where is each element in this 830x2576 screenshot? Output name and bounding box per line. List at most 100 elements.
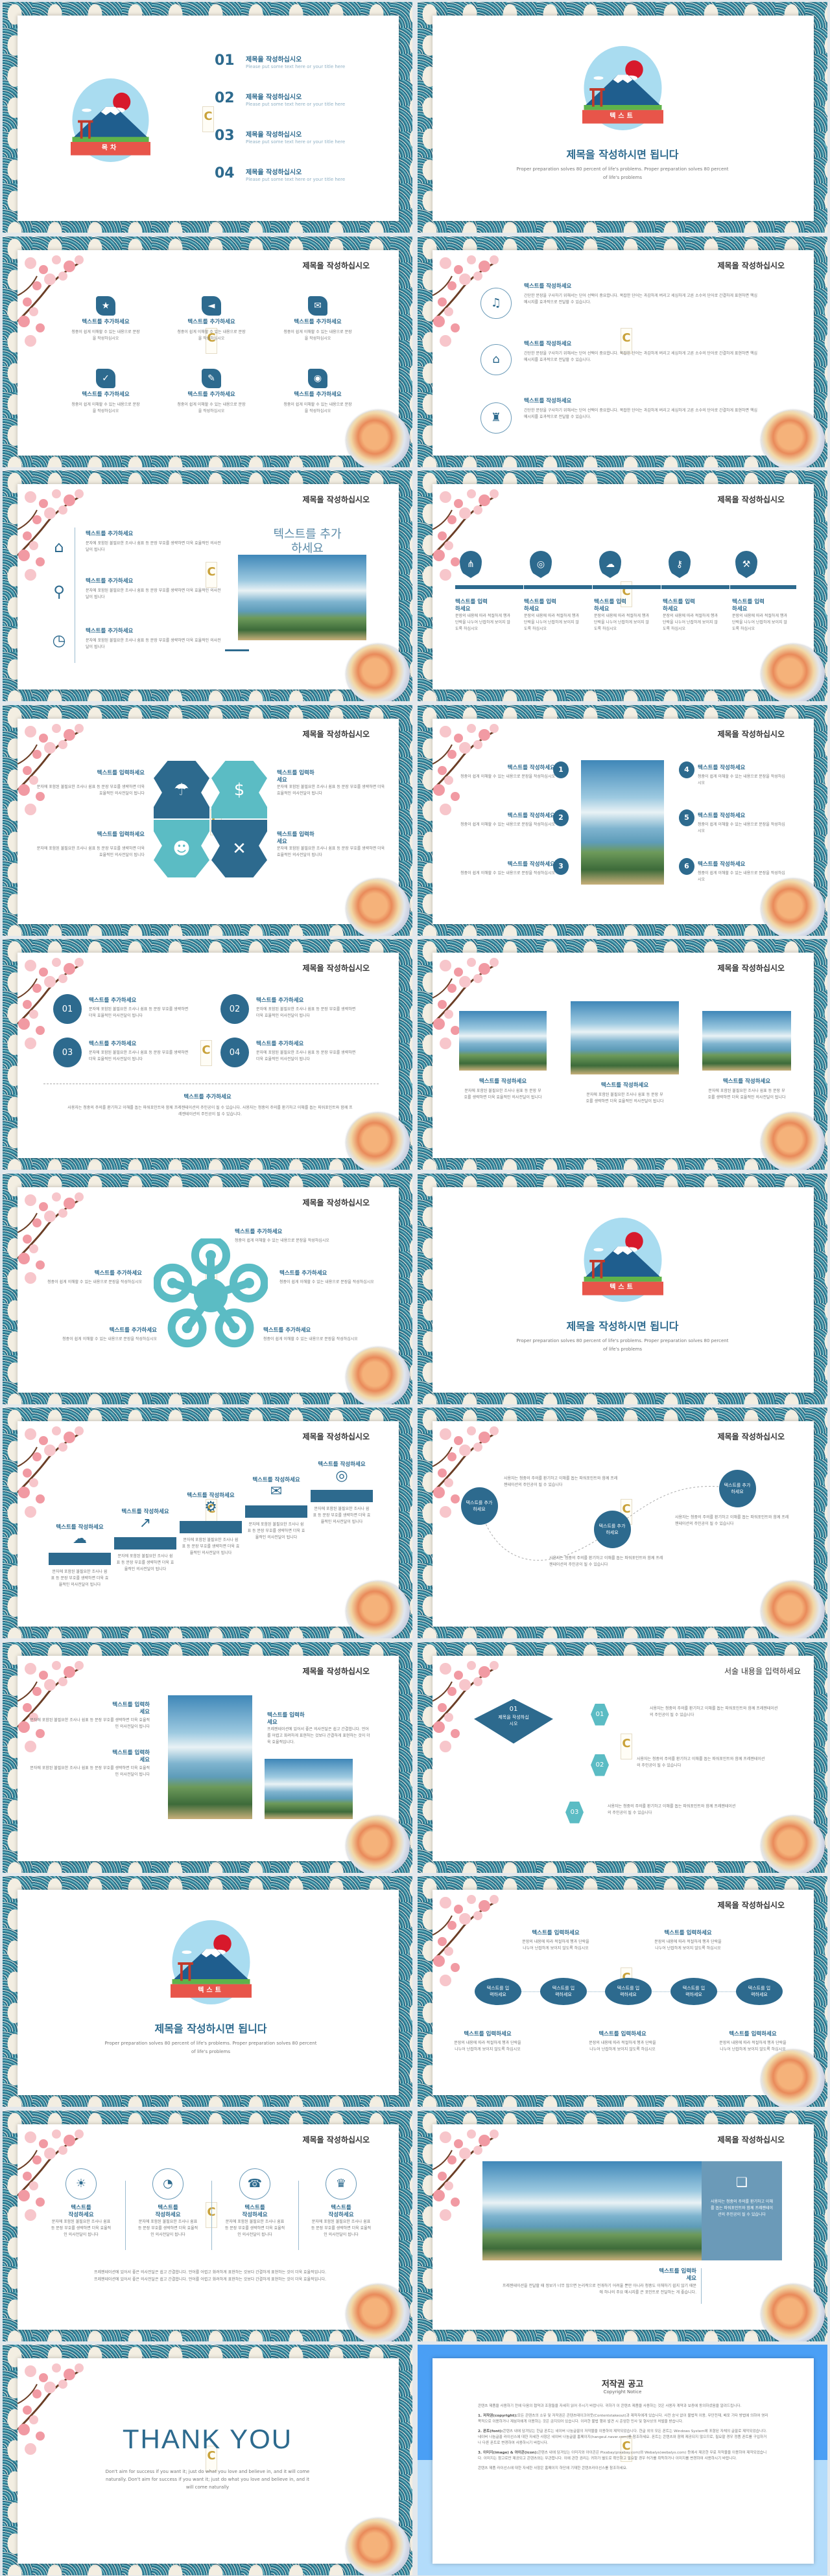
slide-19[interactable]: 제목을 작성하십시오C☀텍스트를 작성하세요문자에 포함된 불필요한 조사나 쉼… [3, 2110, 412, 2341]
slide-10[interactable]: 제목을 작성하십시오C텍스트를 작성하세요문자에 포함된 불필요한 조사나 쉼표… [418, 939, 827, 1170]
ribbon-label: 텍스트 [610, 112, 635, 120]
item-heading: 텍스트를 입력하세요 [455, 599, 488, 612]
slide-12[interactable]: C텍스트제목을 작성하시면 됩니다Proper preparation solv… [418, 1173, 827, 1404]
number-badge: 1 [553, 761, 569, 778]
slide-17[interactable]: C텍스트제목을 작성하시면 됩니다Proper preparation solv… [3, 1876, 412, 2107]
toc-item-title[interactable]: 제목을 작성하십시오 [246, 167, 302, 176]
item-body: 문자에 포함된 불필요한 조사나 쉼표 등 문장 부호를 생략하면 더욱 효율적… [137, 2219, 198, 2237]
text-circle: 텍스트를 입력하세요 [475, 1978, 521, 2005]
slide-22[interactable]: C 저작권 공고 Copyright Notice 콘텐츠 제품을 사용하기 전에 다… [418, 2345, 827, 2575]
copyright-section-text: 콘텐츠 내에 담겨있는 한글 폰트는 네이버 나눔글꼴의 저작물을 이용하여 제… [478, 2430, 767, 2445]
watermark-logo: C [206, 562, 217, 588]
copyright-section-label: 1. 저작권(copyright): [478, 2414, 517, 2418]
item-heading: 텍스트를 추가하세요 [263, 1327, 311, 1334]
slide-21[interactable]: C THANK YOU Don't aim for success if you w… [3, 2345, 412, 2575]
slide-panel: 제목을 작성하십시오C1텍스트를 작성하세요청중이 쉽게 이해할 수 있는 내용… [431, 718, 814, 924]
slide-title: 제목을 작성하십시오 [302, 495, 370, 504]
step-bar [245, 1505, 307, 1518]
toc-number: 04 [215, 165, 235, 181]
item-heading: 텍스트를 작성하세요 [121, 1509, 169, 1515]
slide-panel: 제목을 작성하십시오 C ☁ 텍스트를 작성하세요 문자에 포함된 불필요한 조사나 쉼… [16, 1421, 399, 1627]
item-heading: 텍스트를 추가하세요 [279, 1270, 327, 1277]
item-heading: 텍스트를 추가하세요 [89, 1041, 137, 1047]
section-body: Proper preparation solves 80 percent of … [516, 1338, 729, 1352]
slide-panel: C 목차 01 제목을 작성하십시오 Please put some text here… [18, 16, 399, 221]
search-icon: ⚲ [53, 583, 65, 601]
watermark-logo: C [621, 327, 632, 354]
slide-title: 제목을 작성하십시오 [717, 2135, 785, 2144]
item-heading: 텍스트를 작성하세요 [524, 397, 572, 404]
item-body: 청중이 쉽게 이해할 수 있는 내용으로 문장을 작성하십시오 [177, 402, 246, 413]
item-body: 문자에 포함된 불필요한 조사나 쉼표 등 문장 부호를 생략하면 더욱 효율적… [30, 1717, 150, 1729]
step-bar [114, 1537, 176, 1549]
building-icon: ♜ [480, 402, 512, 434]
copyright-section: 2. 폰트(font):콘텐츠 내에 담겨있는 한글 폰트는 네이버 나눔글꼴의… [478, 2429, 770, 2446]
slide-9[interactable]: 제목을 작성하십시오 C 01 텍스트를 추가하세요 문자에 포함된 불필요한 조사나 … [3, 939, 412, 1170]
toc-item-subtitle: Please put some text here or your title … [246, 139, 346, 145]
copyright-body: 콘텐츠 제품을 사용하기 전에 다음의 협약과 조항들을 자세히 읽어 주시기 … [478, 2404, 770, 2472]
item-heading: 텍스트를 추가하세요 [86, 578, 134, 585]
slide-6[interactable]: 제목을 작성하십시오 C ⋔ 텍스트를 입력하세요 문장의 내용에 따라 적절하게 행과… [418, 470, 827, 701]
dollar-icon: $ [211, 761, 267, 818]
item-heading: 텍스트를 작성하세요 [479, 1078, 527, 1085]
slide-3[interactable]: 제목을 작성하십시오 C ★ 텍스트를 추가하세요 청중이 쉽게 이해할 수 있는 내용… [3, 236, 412, 467]
item-body: 문장의 내용에 따라 적절하게 행과 단락을 나누어 난잡하게 보이지 않도록 … [663, 614, 718, 631]
item-heading: 텍스트를 작성하세요 [155, 2204, 181, 2218]
item-body: 문장의 내용에 따라 적절하게 행과 단락을 나누어 난잡하게 보이지 않도록 … [589, 2041, 656, 2052]
gears-icon: ⚙ [204, 1498, 217, 1515]
section-body: Proper preparation solves 80 percent of … [516, 167, 729, 180]
fuji-illustration: 텍스트 [577, 1217, 668, 1302]
item-body: 사용자는 청중의 주의를 환기하고 이해를 돕는 파워포인트와 함께 프레젠테이… [504, 1476, 618, 1487]
number-badge: 2 [553, 809, 569, 826]
slide-panel: 제목을 작성하십시오C텍스트를 입력하세요문자에 포함된 불필요한 조사나 쉼표… [16, 1655, 399, 1861]
noodle-bowl-image [761, 2050, 825, 2107]
toc-item-title[interactable]: 제목을 작성하십시오 [246, 54, 302, 64]
slide-4[interactable]: 제목을 작성하십시오 C ♫ 텍스트를 작성하세요 간단한 문장을 구사하기 위해서는 … [418, 236, 827, 467]
slide-15[interactable]: 제목을 작성하십시오C텍스트를 입력하세요문자에 포함된 불필요한 조사나 쉼표… [3, 1642, 412, 1873]
cherry-blossom-decoration [431, 1656, 504, 1756]
item-body: 청중이 쉽게 이해할 수 있는 내용으로 문장을 작성하십시오 [71, 329, 140, 341]
slide-8[interactable]: 제목을 작성하십시오C1텍스트를 작성하세요청중이 쉽게 이해할 수 있는 내용… [418, 704, 827, 936]
item-heading: 텍스트를 작성하세요 [56, 1524, 104, 1531]
slide-panel: 제목을 작성하십시오 C ☂ $ ☻ ✕ 텍스트를 입력하세요 문자에 포함된 불필요한 조사… [16, 718, 399, 924]
divider-line [298, 2180, 299, 2250]
toc-item-title[interactable]: 제목을 작성하십시오 [246, 129, 302, 139]
item-heading: 텍스트를 작성하세요 [524, 283, 572, 290]
big-heading: 텍스트를 추가하세요 [273, 528, 342, 555]
item-body: 문자에 포함된 불필요한 조사나 쉼표 등 문장 부호를 생략하면 더욱 효율적… [224, 2219, 285, 2237]
item-heading: 텍스트를 추가하세요 [256, 1041, 304, 1047]
slide-14[interactable]: 제목을 작성하십시오 C 텍스트를 추가하세요 텍스트를 추가하세요 텍스트를 추가하세… [418, 1408, 827, 1638]
item-body: 사용자는 청중의 주의를 환기하고 이해를 돕는 파워포인트와 함께 프레젠테이… [675, 1515, 789, 1526]
slide-5[interactable]: 제목을 작성하십시오 C ⌂ 텍스트를 추가하세요 문자에 포함된 불필요한 조사나 쉼… [3, 470, 412, 701]
step-bar [49, 1553, 111, 1565]
clipboard-icon: ✓ [96, 368, 115, 388]
watermark-logo: C [621, 1733, 632, 1759]
alarm-icon: ◷ [52, 631, 66, 649]
item-body: 문자에 포함된 불필요한 조사나 쉼표 등 문장 부호를 생략하면 더욱 효율적… [277, 846, 385, 857]
section-title: 제목을 작성하시면 됩니다 [566, 148, 679, 161]
slide-11[interactable]: 제목을 작성하십시오C텍스트를 추가하세요청중이 쉽게 이해할 수 있는 내용으… [3, 1173, 412, 1404]
item-body: 문자에 포함된 불필요한 조사나 쉼표 등 문장 부호를 생략하면 더욱 효율적… [256, 1050, 356, 1062]
slide-1[interactable]: C 목차 01 제목을 작성하십시오 Please put some text here… [3, 2, 412, 233]
people-icon: ☻ [154, 820, 209, 877]
slide-2[interactable]: C텍스트제목을 작성하시면 됩니다Proper preparation solv… [418, 2, 827, 233]
headphones-icon: ♫ [480, 287, 512, 319]
item-heading: 텍스트를 작성하세요 [328, 2204, 354, 2218]
item-heading: 텍스트를 작성하세요 [507, 764, 555, 771]
slide-13[interactable]: 제목을 작성하십시오 C ☁ 텍스트를 작성하세요 문자에 포함된 불필요한 조사나 쉼… [3, 1408, 412, 1638]
number-badge: 3 [553, 857, 569, 875]
trophy-icon: ♛ [326, 2168, 357, 2199]
item-heading: 텍스트를 작성하세요 [600, 1082, 649, 1089]
lifebuoy-icon: ◎ [530, 551, 552, 578]
toc-item-title[interactable]: 제목을 작성하십시오 [246, 91, 302, 101]
landscape-image [265, 1758, 353, 1819]
slide-18[interactable]: 제목을 작성하십시오C텍스트를 입력하세요텍스트를 입력하세요텍스트를 입력하세… [418, 1876, 827, 2107]
slide-16[interactable]: C 서술 내용을 입력하세요 01 제목을 작성하십시오 01 사용자는 청중의 주의를 … [418, 1642, 827, 1873]
item-heading: 텍스트를 입력하세요 [464, 2031, 512, 2037]
slide-7[interactable]: 제목을 작성하십시오 C ☂ $ ☻ ✕ 텍스트를 입력하세요 문자에 포함된 불필요한 조사… [3, 704, 412, 936]
fuji-illustration: 텍스트 [577, 46, 668, 130]
slide-panel: 제목을 작성하십시오C☀텍스트를 작성하세요문자에 포함된 불필요한 조사나 쉼… [16, 2124, 399, 2330]
slide-20[interactable]: 제목을 작성하십시오C❑사용자는 청중의 주의를 환기하고 이해를 돕는 파워포… [418, 2110, 827, 2341]
text-circle: 텍스트를 추가하세요 [718, 1470, 756, 1507]
number-circle: 03 [53, 1038, 82, 1067]
